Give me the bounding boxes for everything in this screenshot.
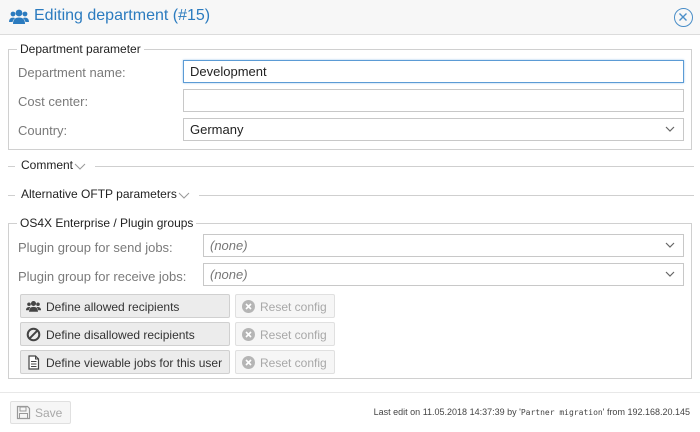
reset-config-label: Reset config [260,356,327,370]
define-allowed-recipients-label: Define allowed recipients [46,300,180,314]
chevron-down-icon [665,126,675,132]
chevron-down-icon [178,192,190,199]
define-viewable-jobs-button[interactable]: Define viewable jobs for this user [20,350,230,374]
send-group-select[interactable]: (none) [203,234,684,257]
divider [8,195,15,196]
define-allowed-recipients-button[interactable]: Define allowed recipients [20,294,230,318]
plugin-groups-legend: OS4X Enterprise / Plugin groups [20,216,194,230]
receive-group-value: (none) [210,267,248,282]
define-viewable-jobs-label: Define viewable jobs for this user [46,356,223,370]
comment-toggle[interactable]: Comment [8,158,694,174]
department-name-label: Department name: [18,65,126,80]
receive-group-select[interactable]: (none) [203,263,684,286]
reset-icon [242,356,255,369]
close-icon [679,13,687,21]
cost-center-label: Cost center: [18,94,89,109]
receive-group-label: Plugin group for receive jobs: [18,269,187,284]
reset-config-button[interactable]: Reset config [235,294,335,318]
last-edit-prefix: Last edit on 11.05.2018 14:37:39 by ' [373,407,521,417]
department-parameter-legend: Department parameter [20,42,141,56]
chevron-down-icon [74,163,86,170]
last-edit-user: Partner migration [520,408,603,417]
last-edit-suffix: ' from 192.168.20.145 [602,407,690,417]
reset-config-button[interactable]: Reset config [235,350,335,374]
ban-icon [26,327,41,342]
define-disallowed-recipients-button[interactable]: Define disallowed recipients [20,322,230,346]
divider [95,166,694,167]
reset-config-label: Reset config [260,328,327,342]
department-name-input[interactable]: Development [183,60,684,83]
country-select[interactable]: Germany [183,118,684,141]
close-button[interactable] [674,8,693,27]
save-button[interactable]: Save [10,401,71,424]
divider [8,166,15,167]
department-name-value: Development [190,64,267,79]
send-group-value: (none) [210,238,248,253]
oftp-label: Alternative OFTP parameters [21,187,177,201]
floppy-icon [16,405,31,420]
country-value: Germany [190,122,244,137]
define-disallowed-recipients-label: Define disallowed recipients [46,328,195,342]
save-label: Save [35,406,63,420]
dialog-titlebar: Editing department (#15) [0,0,700,35]
chevron-down-icon [665,242,675,248]
reset-config-button[interactable]: Reset config [235,322,335,346]
chevron-down-icon [665,271,675,277]
cost-center-input[interactable] [183,89,684,112]
document-icon [28,355,40,370]
reset-icon [242,328,255,341]
users-icon [9,9,29,24]
reset-config-label: Reset config [260,300,327,314]
country-label: Country: [18,123,68,138]
send-group-label: Plugin group for send jobs: [18,240,173,255]
users-icon [26,300,41,312]
footer-divider [0,392,700,393]
reset-icon [242,300,255,313]
oftp-toggle[interactable]: Alternative OFTP parameters [8,187,694,203]
last-edit-info: Last edit on 11.05.2018 14:37:39 by 'Par… [374,407,690,417]
divider [199,195,694,196]
dialog-title: Editing department (#15) [34,7,211,24]
comment-label: Comment [21,158,74,172]
